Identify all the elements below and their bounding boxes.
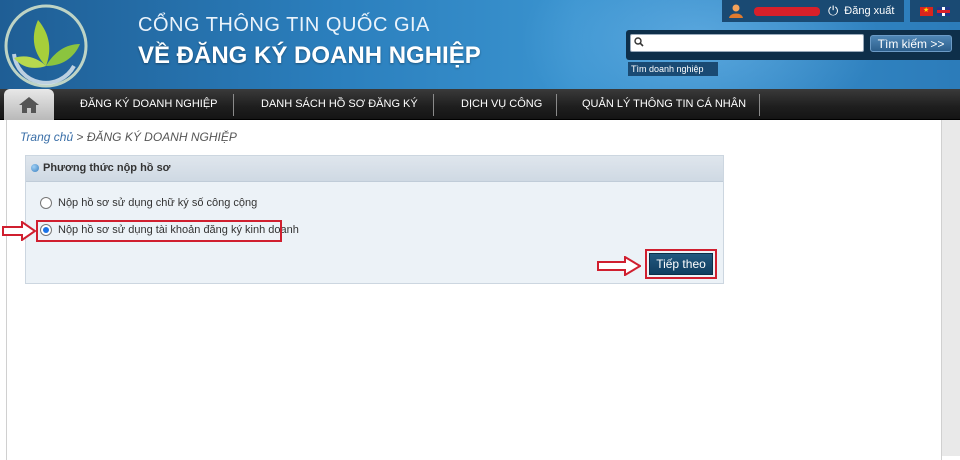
vietnam-flag-icon[interactable] [920, 6, 933, 16]
logout-link[interactable]: Đăng xuất [844, 5, 894, 17]
search-input[interactable] [630, 34, 864, 52]
user-name[interactable]: Đỗ Hoàng Nghĩa [754, 6, 820, 16]
next-button[interactable]: Tiếp theo [649, 253, 713, 275]
logo-icon[interactable] [4, 4, 88, 88]
arrow-right-icon [597, 256, 641, 276]
user-bar: Đỗ Hoàng Nghĩa ⏻ Đăng xuất [722, 0, 904, 22]
user-avatar-icon [726, 2, 746, 20]
nav-separator [556, 94, 557, 116]
breadcrumb: Trang chủ > ĐĂNG KÝ DOANH NGHIỆP [20, 130, 237, 144]
nav-separator [759, 94, 760, 116]
power-icon[interactable]: ⏻ [828, 3, 838, 19]
breadcrumb-current: ĐĂNG KÝ DOANH NGHIỆP [86, 130, 237, 144]
arrow-right-icon [2, 221, 36, 241]
search-hint[interactable]: Tìm doanh nghiệp [628, 62, 718, 76]
page-gutter [942, 120, 960, 456]
site-title-line1: CỔNG THÔNG TIN QUỐC GIA [138, 14, 430, 36]
nav-item-register[interactable]: ĐĂNG KÝ DOANH NGHIỆP [80, 89, 218, 120]
home-icon [19, 96, 39, 113]
nav-item-personal-info[interactable]: QUẢN LÝ THÔNG TIN CÁ NHÂN [582, 89, 746, 120]
nav-item-dossier-list[interactable]: DANH SÁCH HỒ SƠ ĐĂNG KÝ [261, 89, 418, 120]
search-button[interactable]: Tìm kiếm >> [870, 35, 952, 52]
radio-digital-signature[interactable] [40, 197, 52, 209]
panel-header: Phương thức nộp hồ sơ [26, 156, 723, 182]
search-icon [634, 37, 644, 47]
nav-home-button[interactable] [4, 89, 54, 120]
uk-flag-icon[interactable] [937, 6, 950, 16]
nav-item-public-services[interactable]: DỊCH VỤ CÔNG [461, 89, 542, 120]
site-title-line2: VỀ ĐĂNG KÝ DOANH NGHIỆP [138, 42, 481, 69]
nav-separator [233, 94, 234, 116]
breadcrumb-separator: > [73, 130, 87, 144]
panel-title: Phương thức nộp hồ sơ [43, 162, 171, 174]
panel-bullet-icon [31, 164, 39, 172]
language-switcher [910, 0, 960, 22]
nav-separator [433, 94, 434, 116]
option-highlight-box [36, 220, 282, 242]
main-nav: ĐĂNG KÝ DOANH NGHIỆP DANH SÁCH HỒ SƠ ĐĂN… [0, 89, 960, 120]
option-digital-signature[interactable]: Nộp hồ sơ sử dụng chữ ký số công cộng [40, 197, 257, 209]
option-label: Nộp hồ sơ sử dụng chữ ký số công cộng [58, 197, 258, 209]
breadcrumb-home-link[interactable]: Trang chủ [20, 130, 73, 144]
